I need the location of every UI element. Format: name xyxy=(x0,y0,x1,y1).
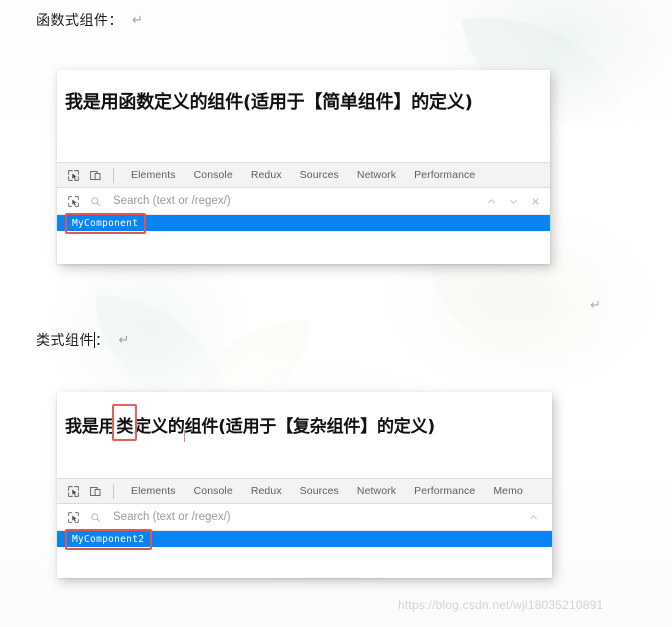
component-node-label: MyComponent xyxy=(64,212,147,234)
section-label-functional-component: 函数式组件： ↵ xyxy=(36,10,143,30)
section-label-text: 类式组件 xyxy=(36,333,94,349)
chevron-up-icon[interactable] xyxy=(480,190,502,212)
component-node-label: MyComponent2 xyxy=(64,528,153,550)
search-input-class[interactable]: Search (text or /regex/) xyxy=(113,511,522,523)
pilcrow-mark: ↵ xyxy=(132,13,144,28)
annotation-tick-mark xyxy=(184,430,185,442)
chevron-down-icon[interactable] xyxy=(502,190,524,212)
devtools-tab-performance[interactable]: Performance xyxy=(405,485,484,497)
search-input-functional[interactable]: Search (text or /regex/) xyxy=(113,195,480,207)
select-node-icon[interactable] xyxy=(63,191,83,211)
page-heading-class: 我是用类定义的组件(适用于【复杂组件】的定义) xyxy=(65,404,435,442)
chevron-up-icon[interactable] xyxy=(522,506,544,528)
search-icon xyxy=(85,191,105,211)
rendered-page-area-class: 我是用类定义的组件(适用于【复杂组件】的定义) xyxy=(57,392,552,478)
page-heading-annotated-char: 类 xyxy=(112,404,138,441)
devtools-tab-network[interactable]: Network xyxy=(348,169,405,181)
page-heading-functional: 我是用函数定义的组件(适用于【简单组件】的定义) xyxy=(65,92,473,113)
devtools-tab-memory[interactable]: Memo xyxy=(484,485,532,497)
devtools-tab-performance[interactable]: Performance xyxy=(405,169,484,181)
devtools-tab-redux[interactable]: Redux xyxy=(242,169,291,181)
close-icon[interactable] xyxy=(524,190,546,212)
background-watermark-shape xyxy=(430,255,605,375)
section-label-colon: ： xyxy=(95,333,110,349)
devtools-tab-sources[interactable]: Sources xyxy=(291,485,348,497)
devtools-component-tree-functional: MyComponent xyxy=(57,212,550,264)
device-toolbar-icon[interactable] xyxy=(85,481,105,501)
devtools-search-row-class: Search (text or /regex/) xyxy=(57,504,552,531)
inspect-element-icon[interactable] xyxy=(63,481,83,501)
page-heading-prefix: 我是用 xyxy=(65,417,116,437)
devtools-tab-elements[interactable]: Elements xyxy=(122,485,185,497)
devtools-component-tree-class: MyComponent2 xyxy=(57,528,552,576)
rendered-page-area-functional: 我是用函数定义的组件(适用于【简单组件】的定义) xyxy=(57,70,550,162)
browser-screenshot-panel-class: 我是用类定义的组件(适用于【复杂组件】的定义) Elements Console… xyxy=(57,392,552,578)
devtools-toolbar-functional: Elements Console Redux Sources Network P… xyxy=(57,162,550,188)
inspect-element-icon[interactable] xyxy=(63,165,83,185)
section-label-text: 函数式组件： xyxy=(36,13,123,29)
page-heading-suffix: 定义的组件(适用于【复杂组件】的定义) xyxy=(134,417,435,437)
devtools-tab-sources[interactable]: Sources xyxy=(291,169,348,181)
pilcrow-mark: ↵ xyxy=(118,333,130,348)
component-tree-row-selected[interactable]: MyComponent xyxy=(57,212,550,234)
select-node-icon[interactable] xyxy=(63,507,83,527)
devtools-tab-redux[interactable]: Redux xyxy=(242,485,291,497)
devtools-tab-console[interactable]: Console xyxy=(185,485,242,497)
toolbar-divider xyxy=(113,167,114,183)
pilcrow-mark-standalone: ↵ xyxy=(590,298,601,313)
component-tree-empty-area xyxy=(57,231,550,263)
devtools-tab-console[interactable]: Console xyxy=(185,169,242,181)
device-toolbar-icon[interactable] xyxy=(85,165,105,185)
devtools-tab-elements[interactable]: Elements xyxy=(122,169,185,181)
devtools-toolbar-class: Elements Console Redux Sources Network P… xyxy=(57,478,552,504)
component-tree-row-selected[interactable]: MyComponent2 xyxy=(57,528,552,550)
toolbar-divider xyxy=(113,483,114,499)
watermark-url: https://blog.csdn.net/wjl18035210891 xyxy=(398,598,604,612)
devtools-search-row-functional: Search (text or /regex/) xyxy=(57,188,550,215)
devtools-tab-network[interactable]: Network xyxy=(348,485,405,497)
search-icon xyxy=(85,507,105,527)
section-label-class-component: 类式组件： ↵ xyxy=(36,330,130,350)
browser-screenshot-panel-functional: 我是用函数定义的组件(适用于【简单组件】的定义) Elements Consol… xyxy=(57,70,550,264)
component-tree-empty-area xyxy=(57,547,552,575)
